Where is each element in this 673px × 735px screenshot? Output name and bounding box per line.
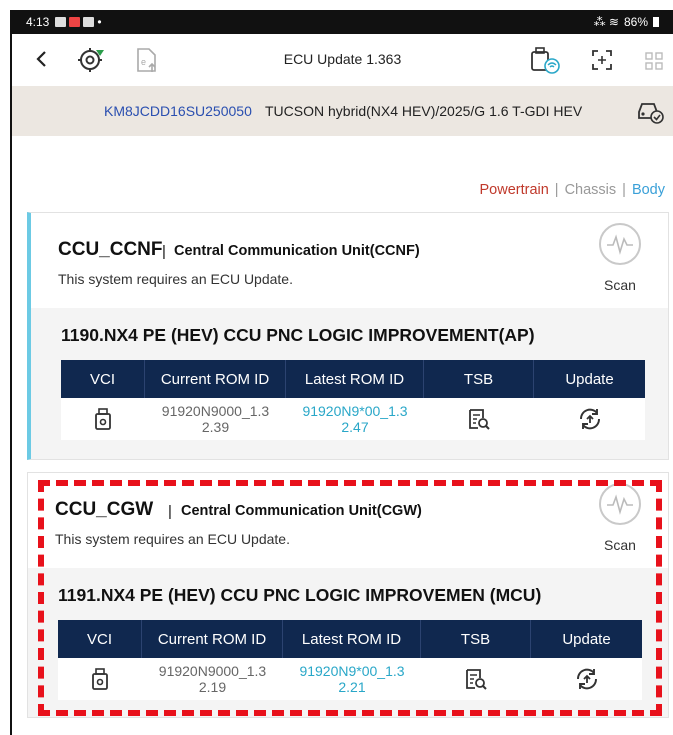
document-search-icon [466, 669, 487, 690]
vci-cell[interactable] [58, 658, 142, 700]
vci-device-icon [92, 668, 108, 690]
app-bar: e ECU Update 1.363 [12, 34, 673, 86]
system-name: Central Communication Unit(CGW) [181, 503, 422, 519]
vehicle-model: TUCSON hybrid(NX4 HEV)/2025/G 1.6 T-GDI … [265, 103, 583, 119]
battery-icon [653, 17, 659, 27]
title-separator: | [162, 243, 166, 260]
filter-body[interactable]: Body [632, 182, 665, 198]
more-notifications-dot-icon: • [97, 15, 102, 29]
table-row: 91920N9000_1.3 2.19 91920N9*00_1.3 2.21 [58, 658, 642, 700]
update-requirement: This system requires an ECU Update. [55, 531, 290, 547]
current-rom-line1: 91920N9000_1.3 [158, 663, 267, 679]
grid-icon [645, 52, 663, 70]
file-upload-icon: e [137, 48, 156, 72]
latest-rom-line2: 2.21 [338, 679, 366, 695]
header-current-rom: Current ROM ID [145, 360, 286, 398]
current-rom-id: 91920N9000_1.3 2.19 [142, 658, 283, 700]
chevron-left-icon [36, 51, 46, 67]
update-button[interactable] [534, 398, 645, 440]
table-header: VCI Current ROM ID Latest ROM ID TSB Upd… [61, 360, 645, 398]
refresh-update-icon [579, 408, 600, 430]
scan-label: Scan [604, 277, 636, 293]
back-button[interactable] [30, 44, 54, 74]
menu-grid-button[interactable] [642, 46, 672, 74]
rom-table: VCI Current ROM ID Latest ROM ID TSB Upd… [58, 620, 642, 700]
system-filter: Powertrain | Chassis | Body [479, 182, 665, 198]
header-update: Update [562, 630, 611, 648]
vehicle-check-button[interactable] [635, 98, 665, 124]
filter-separator: | [554, 182, 559, 198]
app-frame: 4:13 • ⁂ ≋ 86% e ECU Update 1.363 KM8JCD… [10, 10, 673, 735]
current-rom-line1: 91920N9000_1.3 [161, 403, 270, 419]
latest-rom-id: 91920N9*00_1.3 2.47 [286, 398, 424, 440]
latest-rom-line1: 91920N9*00_1.3 [299, 663, 405, 679]
tsb-button[interactable] [421, 658, 531, 700]
header-tsb: TSB [424, 360, 534, 398]
vci-cell[interactable] [61, 398, 145, 440]
update-requirement: This system requires an ECU Update. [58, 271, 293, 287]
header-update: Update [565, 370, 614, 388]
update-panel: 1190.NX4 PE (HEV) CCU PNC LOGIC IMPROVEM… [31, 308, 668, 459]
upload-file-button[interactable]: e [132, 46, 162, 74]
header-current-rom: Current ROM ID [142, 620, 283, 658]
filter-chassis[interactable]: Chassis [565, 182, 617, 198]
table-row: 91920N9000_1.3 2.39 91920N9*00_1.3 2.47 [61, 398, 645, 440]
signal-wifi-icon: ⁂ ≋ [593, 15, 619, 29]
header-vci: VCI [61, 360, 145, 398]
tsb-button[interactable] [424, 398, 534, 440]
system-name: Central Communication Unit(CCNF) [174, 243, 420, 259]
title-separator: | [168, 503, 172, 520]
expand-icon [592, 50, 612, 70]
header-vci: VCI [58, 620, 142, 658]
gallery-notification-icon [55, 17, 67, 27]
system-card: CCU_CCNF | Central Communication Unit(CC… [27, 212, 669, 460]
filter-separator: | [622, 182, 626, 198]
waveform-scan-icon [599, 483, 641, 525]
ecu-update-settings-button[interactable] [76, 46, 106, 74]
current-rom-id: 91920N9000_1.3 2.39 [145, 398, 286, 440]
document-search-icon [469, 409, 490, 430]
current-rom-line2: 2.19 [198, 679, 227, 695]
update-title: 1190.NX4 PE (HEV) CCU PNC LOGIC IMPROVEM… [61, 325, 535, 345]
header-latest-rom: Latest ROM ID [283, 620, 421, 658]
update-panel: 1191.NX4 PE (HEV) CCU PNC LOGIC IMPROVEM… [28, 568, 668, 717]
system-card: CCU_CGW | Central Communication Unit(CGW… [27, 472, 669, 718]
system-code: CCU_CCNF [58, 239, 163, 260]
status-bar: 4:13 • ⁂ ≋ 86% [12, 10, 673, 34]
rom-table: VCI Current ROM ID Latest ROM ID TSB Upd… [61, 360, 645, 440]
app-notification-icon [83, 17, 95, 27]
vci-device-icon [95, 408, 111, 430]
vci-connection-button[interactable] [528, 46, 560, 74]
page-title: ECU Update 1.363 [283, 51, 402, 67]
system-code: CCU_CGW [55, 499, 154, 520]
scan-label: Scan [604, 537, 636, 553]
header-tsb: TSB [421, 620, 531, 658]
battery-level: 86% [623, 15, 648, 29]
scan-button[interactable]: Scan [594, 223, 646, 293]
update-title: 1191.NX4 PE (HEV) CCU PNC LOGIC IMPROVEM… [58, 585, 542, 605]
status-time: 4:13 [26, 15, 50, 29]
latest-rom-id: 91920N9*00_1.3 2.21 [283, 658, 421, 700]
vci-wifi-icon [531, 47, 560, 74]
latest-rom-line1: 91920N9*00_1.3 [302, 403, 408, 419]
refresh-update-icon [576, 668, 597, 690]
news-notification-icon [69, 17, 81, 27]
vehicle-info-bar: KM8JCDD16SU250050 TUCSON hybrid(NX4 HEV)… [12, 86, 673, 136]
car-check-icon [638, 103, 664, 124]
svg-text:e: e [141, 57, 146, 67]
vehicle-vin: KM8JCDD16SU250050 [104, 103, 252, 119]
waveform-scan-icon [599, 223, 641, 265]
table-header: VCI Current ROM ID Latest ROM ID TSB Upd… [58, 620, 642, 658]
fullscreen-button[interactable] [588, 46, 618, 74]
scan-button[interactable]: Scan [594, 483, 646, 553]
gear-refresh-icon [78, 48, 104, 72]
current-rom-line2: 2.39 [201, 419, 230, 435]
latest-rom-line2: 2.47 [341, 419, 369, 435]
header-latest-rom: Latest ROM ID [286, 360, 424, 398]
filter-powertrain[interactable]: Powertrain [479, 182, 548, 198]
update-button[interactable] [531, 658, 642, 700]
